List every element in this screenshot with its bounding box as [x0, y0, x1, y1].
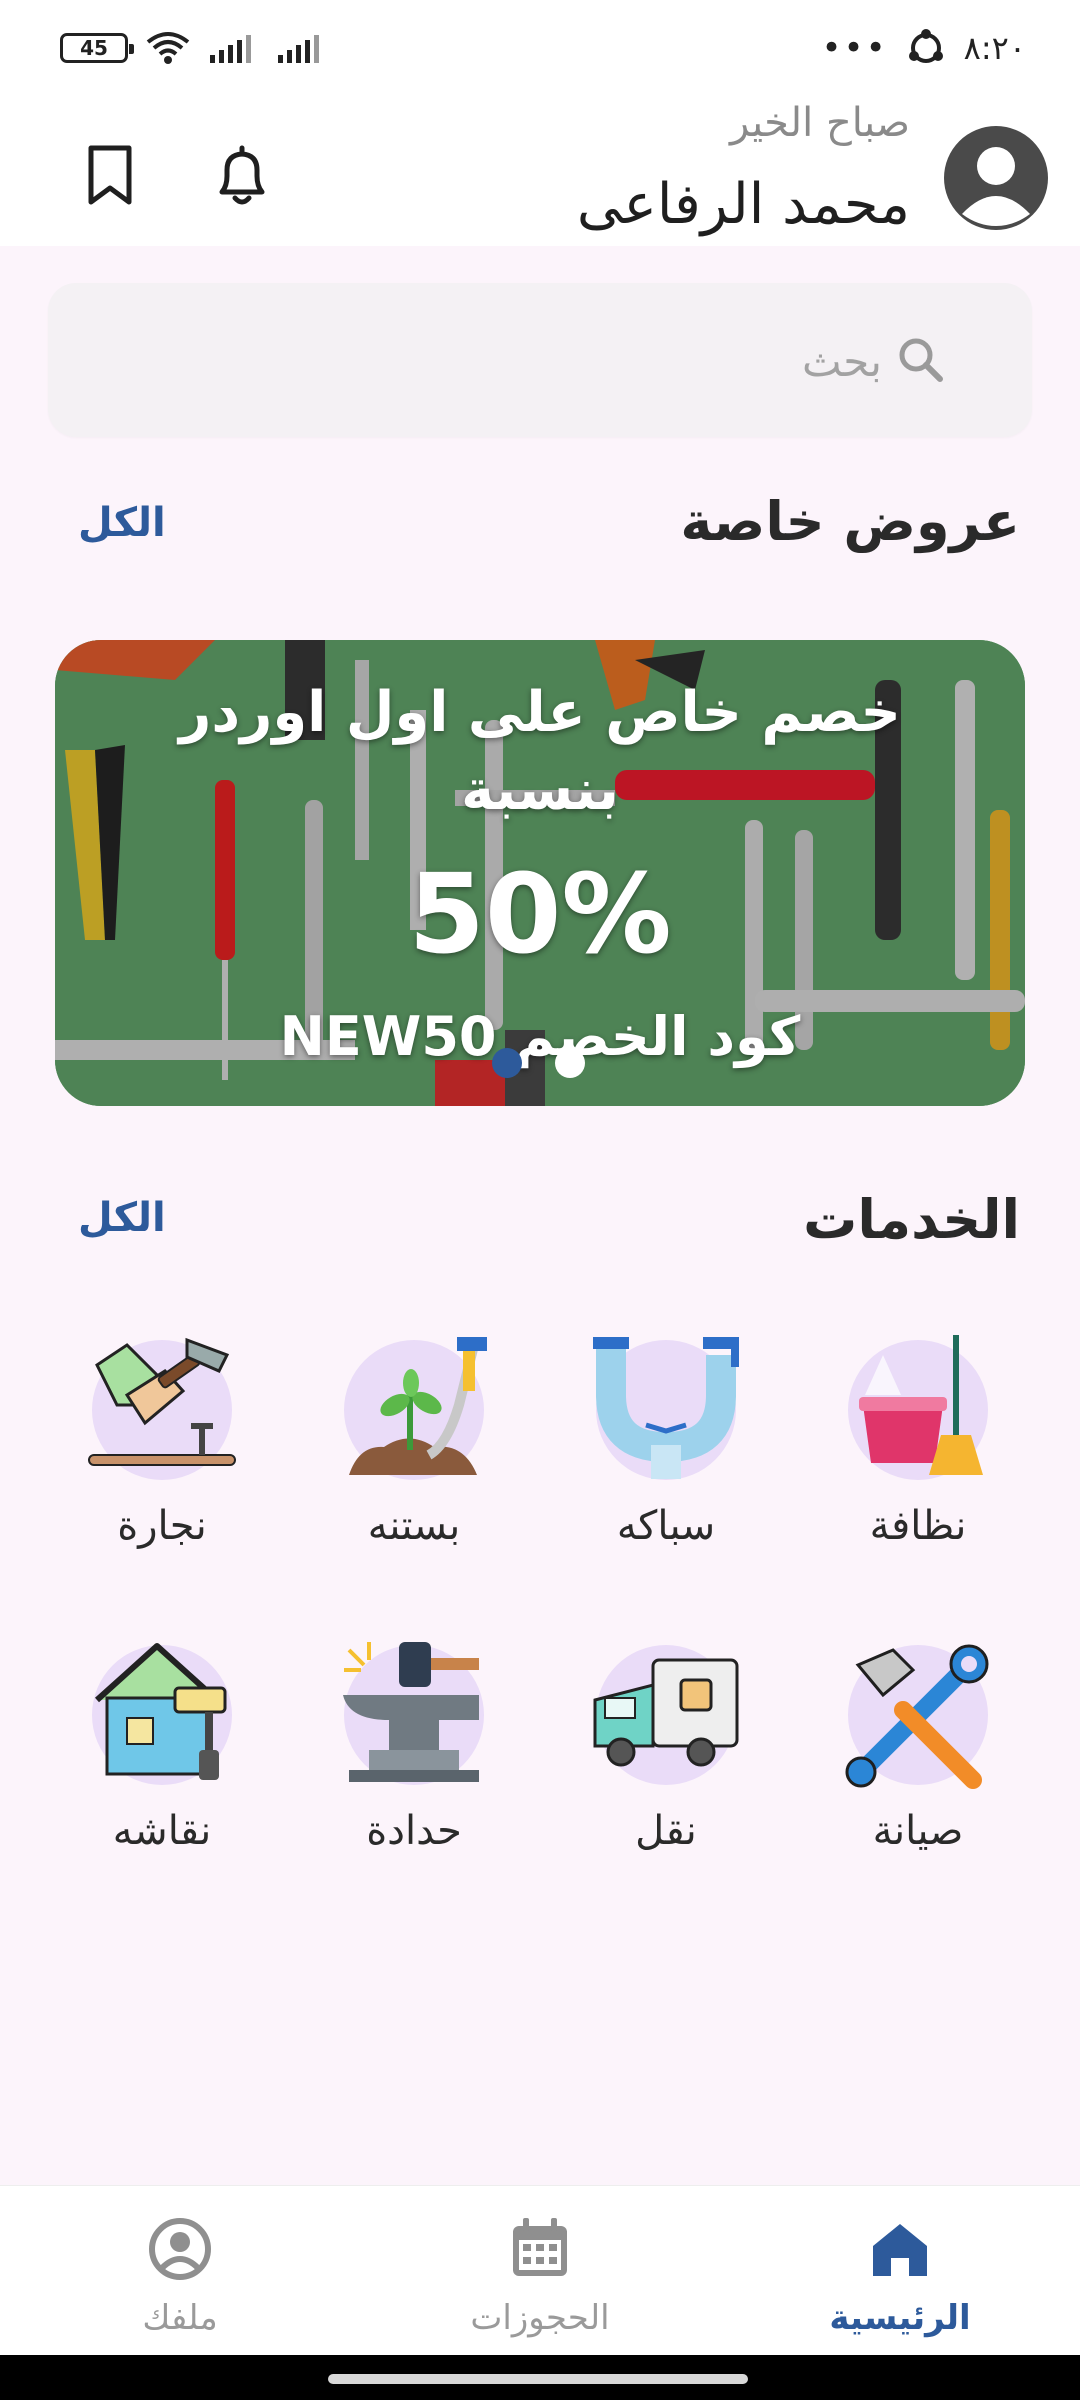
gardening-icon — [344, 1337, 487, 1480]
service-gardening[interactable]: بستنه — [304, 1335, 524, 1575]
service-label: سباكه — [616, 1503, 716, 1549]
anvil-icon — [343, 1642, 484, 1785]
service-cleaning[interactable]: نظافة — [808, 1335, 1028, 1575]
home-screen: 45 ••• ٨:٢٠ صباح الخير محمد الرفاعى بحث … — [0, 0, 1080, 2400]
carousel-dot-2[interactable] — [555, 1048, 585, 1078]
banner-subheadline: بنسبة — [461, 758, 619, 823]
banner-discount-percent: 50% — [408, 850, 672, 978]
avatar[interactable] — [944, 126, 1048, 230]
bottom-navigation: الرئيسية الحجوزات ملفك — [0, 2185, 1080, 2355]
nav-bookings[interactable]: الحجوزات — [420, 2214, 660, 2338]
more-notifications-icon: ••• — [821, 28, 888, 68]
search-input[interactable] — [382, 333, 882, 389]
sync-icon — [908, 29, 943, 63]
search-icon — [899, 338, 943, 382]
service-carpentry[interactable]: نجارة — [52, 1335, 272, 1575]
offer-banner[interactable]: خصم خاص على اول اوردر بنسبة 50% كود الخص… — [55, 640, 1025, 1106]
moving-truck-icon — [593, 1645, 739, 1785]
nav-label: ملفك — [142, 2298, 218, 2338]
service-label: نقل — [635, 1808, 697, 1854]
carousel-dot-1[interactable] — [492, 1048, 522, 1078]
bookmark-icon[interactable] — [75, 140, 145, 210]
nav-profile[interactable]: ملفك — [60, 2214, 300, 2338]
user-avatar-icon — [962, 147, 1030, 226]
home-indicator[interactable] — [328, 2374, 748, 2384]
nav-label: الرئيسية — [829, 2298, 971, 2338]
service-moving[interactable]: نقل — [556, 1640, 776, 1880]
battery-indicator: 45 — [60, 33, 134, 63]
signal-icon-2 — [278, 35, 319, 63]
banner-promo-code: كود الخصم NEW50 — [279, 1005, 801, 1068]
search-bar[interactable] — [48, 283, 1032, 437]
nav-home[interactable]: الرئيسية — [780, 2214, 1020, 2338]
services-section-title: الخدمات — [803, 1188, 1020, 1251]
service-label: نجارة — [117, 1503, 207, 1549]
profile-icon — [149, 2218, 211, 2280]
calendar-icon — [513, 2218, 567, 2276]
service-label: بستنه — [367, 1503, 461, 1549]
offers-see-all-link[interactable]: الكل — [78, 500, 166, 546]
cleaning-icon — [848, 1335, 988, 1480]
user-name: محمد الرفاعى — [576, 172, 910, 237]
plumbing-icon — [593, 1337, 739, 1480]
service-plumbing[interactable]: سباكه — [556, 1335, 776, 1575]
offers-section-title: عروض خاصة — [680, 490, 1020, 553]
nav-label: الحجوزات — [470, 2298, 610, 2338]
banner-headline: خصم خاص على اول اوردر — [179, 680, 901, 745]
service-label: صيانة — [872, 1808, 964, 1854]
service-label: نظافة — [869, 1503, 967, 1549]
status-bar: 45 ••• ٨:٢٠ — [0, 0, 1080, 100]
home-icon — [873, 2224, 927, 2276]
service-painting[interactable]: نقاشه — [52, 1640, 272, 1880]
carpentry-icon — [88, 1337, 236, 1480]
service-label: حدادة — [366, 1808, 462, 1854]
wifi-icon — [146, 32, 190, 64]
signal-icon — [210, 35, 251, 63]
clock: ٨:٢٠ — [963, 29, 1026, 67]
maintenance-icon — [845, 1644, 989, 1789]
painting-icon — [92, 1643, 232, 1785]
app-header: صباح الخير محمد الرفاعى — [0, 100, 1080, 246]
service-label: نقاشه — [112, 1808, 212, 1854]
service-blacksmith[interactable]: حدادة — [304, 1640, 524, 1880]
notification-bell-icon[interactable] — [207, 140, 277, 210]
greeting-text: صباح الخير — [729, 100, 910, 146]
service-maintenance[interactable]: صيانة — [808, 1640, 1028, 1880]
services-see-all-link[interactable]: الكل — [78, 1195, 166, 1241]
